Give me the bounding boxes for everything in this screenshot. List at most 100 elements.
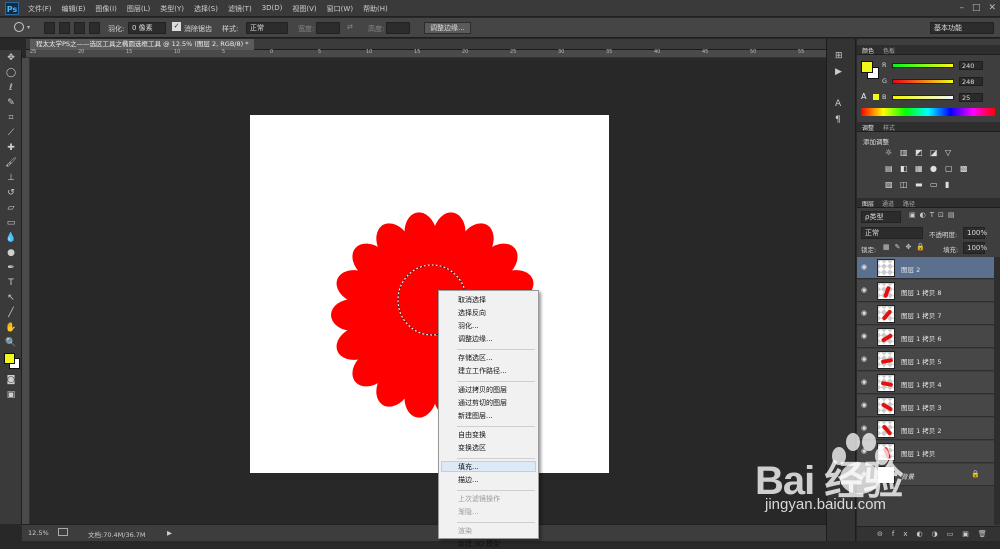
menu-item[interactable]: 图像(I) <box>95 4 117 14</box>
menu-item[interactable]: 3D(D) <box>262 4 283 14</box>
tab-layers[interactable]: 图层 <box>862 199 874 208</box>
type-tool-icon[interactable]: T <box>0 275 22 290</box>
context-menu-item[interactable]: 羽化... <box>458 321 479 331</box>
visibility-eye-icon[interactable]: ◉ <box>861 332 867 340</box>
color-swatches[interactable] <box>0 350 22 372</box>
zoom-tool-icon[interactable]: 🔍 <box>0 335 22 350</box>
maximize-icon[interactable]: □ <box>972 3 981 13</box>
status-arrow-icon[interactable]: ▶ <box>167 529 172 537</box>
bw-icon[interactable]: ▦ <box>915 165 924 173</box>
menu-item[interactable]: 滤镜(T) <box>228 4 252 14</box>
context-menu-item[interactable]: 自由变换 <box>458 430 486 440</box>
menu-item[interactable]: 文件(F) <box>28 4 52 14</box>
context-menu-item[interactable]: 通过拷贝的图层 <box>458 385 507 395</box>
crop-tool-icon[interactable]: ⌗ <box>0 110 22 125</box>
gradient-map-icon[interactable]: ▭ <box>930 181 939 189</box>
layer-row[interactable]: ◉ 图层 1 拷贝 6 <box>857 326 994 348</box>
swap-icon[interactable]: ⇄ <box>347 23 353 31</box>
zoom-level[interactable]: 12.5% <box>28 529 49 537</box>
invert-icon[interactable]: ▨ <box>885 181 894 189</box>
stamp-tool-icon[interactable]: ⊥ <box>0 170 22 185</box>
subtract-selection-icon[interactable] <box>74 22 85 34</box>
color-ramp[interactable] <box>861 108 995 116</box>
tab-styles[interactable]: 样式 <box>883 123 895 132</box>
tab-color[interactable]: 颜色 <box>862 46 874 55</box>
add-selection-icon[interactable] <box>59 22 70 34</box>
filter-icons[interactable]: ▣◐T⊡▤ <box>909 211 958 219</box>
quick-select-tool-icon[interactable]: ✎ <box>0 95 22 110</box>
context-menu-item[interactable]: 通过剪切的图层 <box>458 398 507 408</box>
exposure-icon[interactable]: ◪ <box>930 149 939 157</box>
color-balance-icon[interactable]: ◧ <box>900 165 909 173</box>
curves-icon[interactable]: ◩ <box>915 149 924 157</box>
tab-channels[interactable]: 通道 <box>882 199 894 208</box>
menu-item[interactable]: 视图(V) <box>292 4 316 14</box>
minimize-icon[interactable]: – <box>959 3 964 13</box>
threshold-icon[interactable]: ▬ <box>915 181 924 189</box>
context-menu-item[interactable]: 填充... <box>458 462 479 472</box>
layer-thumbnail[interactable] <box>877 305 895 323</box>
blend-mode-select[interactable]: 正常 <box>861 227 923 239</box>
character-icon[interactable]: A <box>835 99 841 109</box>
refine-edge-button[interactable]: 调整边缘... <box>424 22 471 34</box>
context-menu-item[interactable]: 描边... <box>458 475 479 485</box>
blur-tool-icon[interactable]: 💧 <box>0 230 22 245</box>
menu-item[interactable]: 帮助(H) <box>363 4 388 14</box>
history-brush-tool-icon[interactable]: ↺ <box>0 185 22 200</box>
visibility-eye-icon[interactable]: ◉ <box>861 355 867 363</box>
photo-filter-icon[interactable]: ● <box>930 165 939 173</box>
chevron-down-icon[interactable]: ▾ <box>27 24 30 31</box>
menu-item[interactable]: 选择(S) <box>194 4 218 14</box>
r-value[interactable]: 240 <box>959 61 983 70</box>
menu-item[interactable]: 窗口(W) <box>327 4 353 14</box>
menu-item[interactable]: 类型(Y) <box>160 4 184 14</box>
paragraph-icon[interactable]: ¶ <box>835 115 841 125</box>
height-input[interactable] <box>386 22 410 34</box>
ellipse-marquee-tool-icon[interactable]: ◯ <box>0 65 22 80</box>
brightness-icon[interactable]: ☼ <box>885 149 894 157</box>
layer-row[interactable]: ◉ 图层 1 拷贝 8 <box>857 280 994 302</box>
feather-input[interactable]: 0 像素 <box>128 22 166 34</box>
tab-adjustments[interactable]: 调整 <box>862 123 874 132</box>
layer-row[interactable]: ◉ 图层 2 <box>857 257 994 279</box>
b-value[interactable]: 25 <box>959 93 983 102</box>
new-selection-icon[interactable] <box>44 22 55 34</box>
posterize-icon[interactable]: ◫ <box>900 181 909 189</box>
tab-swatches[interactable]: 色板 <box>883 46 895 55</box>
workspace-select[interactable]: 基本功能 <box>930 22 994 34</box>
ellipse-marquee-icon[interactable] <box>14 22 24 32</box>
dodge-tool-icon[interactable]: ● <box>0 245 22 260</box>
layer-action-icons[interactable]: ⊝fx◐◑▭▣🗑 <box>877 530 996 538</box>
context-menu-item[interactable]: 变换选区 <box>458 443 486 453</box>
layer-thumbnail[interactable] <box>877 351 895 369</box>
lasso-tool-icon[interactable]: ℓ <box>0 80 22 95</box>
fill-input[interactable]: 100% <box>963 242 987 254</box>
document-canvas[interactable] <box>250 115 609 473</box>
layer-thumbnail[interactable] <box>877 328 895 346</box>
lock-icons[interactable]: ▦✎✥🔒 <box>883 243 930 251</box>
path-select-tool-icon[interactable]: ↖ <box>0 290 22 305</box>
context-menu-item[interactable]: 存储选区... <box>458 353 493 363</box>
context-menu-item[interactable]: 新建图层... <box>458 411 493 421</box>
g-slider[interactable] <box>892 79 954 84</box>
layer-row[interactable]: ◉ 图层 1 拷贝 3 <box>857 395 994 417</box>
selective-color-icon[interactable]: ▮ <box>945 181 954 189</box>
b-slider[interactable] <box>892 95 954 100</box>
visibility-eye-icon[interactable]: ◉ <box>861 378 867 386</box>
export-icon[interactable] <box>58 528 68 536</box>
style-select[interactable]: 正常 <box>246 22 288 34</box>
move-tool-icon[interactable]: ✥ <box>0 50 22 65</box>
layer-thumbnail[interactable] <box>877 259 895 277</box>
line-tool-icon[interactable]: ╱ <box>0 305 22 320</box>
menu-item[interactable]: 编辑(E) <box>62 4 86 14</box>
layer-row[interactable]: ◉ 图层 1 拷贝 5 <box>857 349 994 371</box>
levels-icon[interactable]: ▥ <box>900 149 909 157</box>
layer-thumbnail[interactable] <box>877 397 895 415</box>
layer-thumbnail[interactable] <box>877 374 895 392</box>
hand-tool-icon[interactable]: ✋ <box>0 320 22 335</box>
healing-tool-icon[interactable]: ✚ <box>0 140 22 155</box>
history-icon[interactable]: ⊞ <box>835 51 843 61</box>
context-menu-item[interactable]: 选择反向 <box>458 308 486 318</box>
antialias-checkbox[interactable]: ✓ <box>172 22 181 31</box>
hue-icon[interactable]: ▤ <box>885 165 894 173</box>
